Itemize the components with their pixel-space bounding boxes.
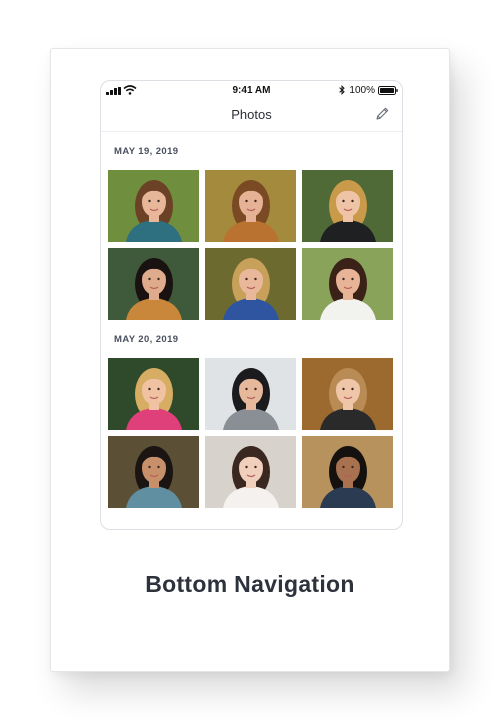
battery-percentage: 100%	[349, 85, 375, 96]
mockup-card: 9:41 AM 100% Photos MAY 19, 2019 MAY 20,…	[50, 48, 450, 672]
photo-thumbnail[interactable]	[108, 170, 199, 242]
photo-thumbnail[interactable]	[302, 358, 393, 430]
photo-thumbnail[interactable]	[302, 248, 393, 320]
photo-thumbnail[interactable]	[302, 436, 393, 508]
phone-frame: 9:41 AM 100% Photos MAY 19, 2019 MAY 20,…	[100, 80, 403, 530]
photo-thumbnail[interactable]	[108, 248, 199, 320]
photo-grid	[108, 170, 395, 320]
photo-thumbnail[interactable]	[205, 436, 296, 508]
photo-thumbnail[interactable]	[205, 248, 296, 320]
page-title: Photos	[231, 107, 272, 122]
pencil-icon[interactable]	[374, 106, 390, 122]
section-date: MAY 20, 2019	[114, 334, 179, 345]
photo-list: MAY 19, 2019 MAY 20, 2019	[101, 132, 402, 508]
photo-thumbnail[interactable]	[108, 436, 199, 508]
navigation-bar: Photos	[101, 101, 402, 132]
battery-icon	[378, 86, 398, 95]
section-date: MAY 19, 2019	[114, 146, 179, 157]
photo-thumbnail[interactable]	[108, 358, 199, 430]
bluetooth-icon	[339, 85, 345, 95]
photo-grid	[108, 358, 395, 508]
photo-thumbnail[interactable]	[302, 170, 393, 242]
photo-thumbnail[interactable]	[205, 358, 296, 430]
status-bar: 9:41 AM 100%	[101, 81, 402, 101]
photo-thumbnail[interactable]	[205, 170, 296, 242]
caption-title: Bottom Navigation	[145, 571, 355, 597]
